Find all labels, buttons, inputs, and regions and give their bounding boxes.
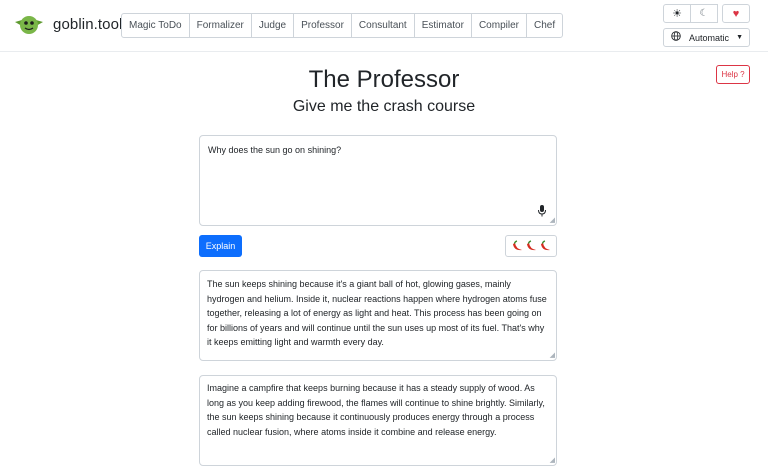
spiciness-button[interactable]	[505, 235, 557, 257]
nav-tab-magic-todo[interactable]: Magic ToDo	[121, 13, 190, 38]
brand-name: goblin.tools	[53, 15, 131, 33]
globe-icon	[671, 31, 681, 44]
explain-button[interactable]: Explain	[199, 235, 242, 257]
nav-tab-estimator[interactable]: Estimator	[413, 13, 472, 38]
resize-handle-icon[interactable]: ◢	[550, 352, 555, 359]
goblin-face-icon	[15, 16, 43, 34]
heart-icon: ♥	[732, 7, 740, 20]
answer-textarea-1[interactable]: The sun keeps shining because it's a gia…	[199, 270, 557, 361]
brand-logo[interactable]: goblin.tools	[12, 12, 130, 36]
chili-pepper-icon	[512, 240, 522, 251]
language-select[interactable]: Automatic ▼	[663, 28, 750, 47]
tool-nav: Magic ToDo Formalizer Judge Professor Co…	[121, 13, 564, 38]
language-selected-value: Automatic	[689, 32, 730, 43]
chili-pepper-icon	[526, 240, 536, 251]
moon-icon: ☾	[699, 8, 709, 19]
light-theme-button[interactable]: ☀	[663, 4, 691, 23]
nav-tab-formalizer[interactable]: Formalizer	[188, 13, 252, 38]
nav-tab-consultant[interactable]: Consultant	[350, 13, 415, 38]
nav-tab-judge[interactable]: Judge	[250, 13, 295, 38]
question-text: Why does the sun go on shining?	[208, 145, 342, 155]
answer-text-2: Imagine a campfire that keeps burning be…	[207, 383, 545, 437]
answer-text-1: The sun keeps shining because it's a gia…	[207, 279, 547, 348]
microphone-icon[interactable]	[537, 204, 547, 218]
nav-tab-chef[interactable]: Chef	[525, 13, 564, 38]
sun-icon: ☀	[672, 8, 682, 20]
page-title: The Professor	[308, 66, 460, 93]
top-navbar: goblin.tools Magic ToDo Formalizer Judge…	[0, 0, 768, 52]
chili-pepper-icon	[540, 240, 550, 251]
question-textarea[interactable]: Why does the sun go on shining? ◢	[199, 135, 557, 226]
nav-tab-compiler[interactable]: Compiler	[470, 13, 527, 38]
chevron-down-icon: ▼	[736, 34, 743, 41]
dark-theme-button[interactable]: ☾	[690, 4, 718, 23]
page-subtitle: Give me the crash course	[292, 98, 476, 115]
answer-textarea-2[interactable]: Imagine a campfire that keeps burning be…	[199, 375, 557, 466]
nav-tab-professor[interactable]: Professor	[293, 13, 352, 38]
resize-handle-icon[interactable]: ◢	[550, 457, 555, 464]
resize-handle-icon[interactable]: ◢	[550, 217, 555, 224]
support-button[interactable]: ♥	[722, 4, 750, 23]
